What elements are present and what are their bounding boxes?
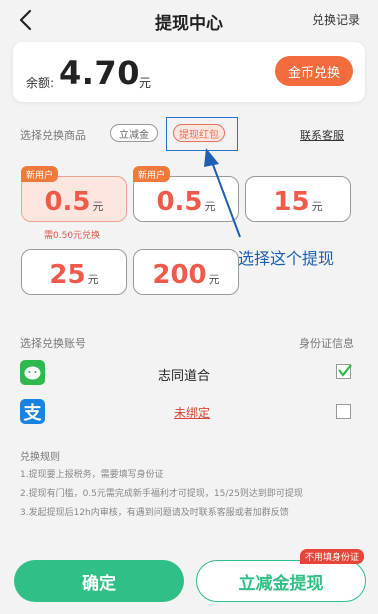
option-value: 25 [49, 260, 86, 290]
rules-title: 兑换规则 [20, 452, 60, 463]
balance-value: 4.70 [59, 54, 140, 92]
option-unit: 元 [208, 273, 220, 286]
rule-item: 2.提现有门槛，0.5元需完成新手福利才可提现，15/25则达到即可提现 [20, 489, 303, 499]
discount-withdraw-button[interactable]: 立减金提现 [196, 560, 366, 602]
option-unit: 元 [87, 273, 99, 286]
header: 提现中心 兑换记录 [0, 0, 378, 42]
balance-unit: 元 [139, 76, 152, 90]
annotation-text: 选择这个提现 [238, 249, 335, 268]
option-value: 15 [273, 187, 310, 217]
wechat-icon [20, 360, 45, 385]
page-title: 提现中心 [155, 13, 223, 34]
alipay-icon: 支 [20, 399, 45, 424]
confirm-button[interactable]: 确定 [14, 560, 184, 602]
option-0-5-new-user-a[interactable]: 新用户 0.5 元 [21, 166, 127, 222]
rule-item: 1.提现要上报税务，需要填写身份证 [20, 470, 164, 480]
wechat-account-name[interactable]: 志同道合 [158, 365, 210, 384]
wechat-checkbox[interactable] [336, 364, 352, 379]
alipay-account-status[interactable]: 未绑定 [174, 404, 210, 421]
new-user-badge: 新用户 [21, 166, 59, 182]
new-user-badge: 新用户 [133, 166, 171, 182]
option-value: 0.5 [156, 187, 203, 217]
select-account-label: 选择兑换账号 [20, 337, 86, 350]
back-arrow-icon[interactable] [14, 8, 38, 32]
exchange-record-link[interactable]: 兑换记录 [312, 11, 360, 28]
option-0-5-new-user-b[interactable]: 新用户 0.5 元 [133, 166, 239, 222]
balance-label: 余额: [26, 76, 55, 90]
option-value: 0.5 [44, 187, 91, 217]
rule-item: 3.发起提现后12h内审核，有遇到问题请及时联系客服或者加群反馈 [20, 508, 289, 518]
annotation-highlight-box [166, 117, 238, 151]
option-25[interactable]: 25 元 [21, 249, 127, 295]
option-note: 需0.50元兑换 [44, 231, 101, 241]
option-15[interactable]: 15 元 [245, 176, 351, 222]
contact-service-link[interactable]: 联系客服 [300, 127, 344, 143]
id-info-label: 身份证信息 [299, 337, 354, 350]
tab-discount[interactable]: 立减金 [110, 124, 158, 142]
option-200[interactable]: 200 元 [133, 249, 239, 295]
option-unit: 元 [92, 200, 104, 213]
coin-exchange-button[interactable]: 金币兑换 [275, 56, 353, 86]
select-goods-label: 选择兑换商品 [20, 129, 86, 142]
option-unit: 元 [204, 200, 216, 213]
option-value: 200 [152, 260, 207, 290]
alipay-checkbox[interactable] [336, 404, 351, 419]
no-id-required-badge: 不用填身份证 [300, 549, 365, 564]
option-unit: 元 [311, 200, 323, 213]
balance-card: 余额: 4.70 元 金币兑换 [13, 42, 365, 102]
